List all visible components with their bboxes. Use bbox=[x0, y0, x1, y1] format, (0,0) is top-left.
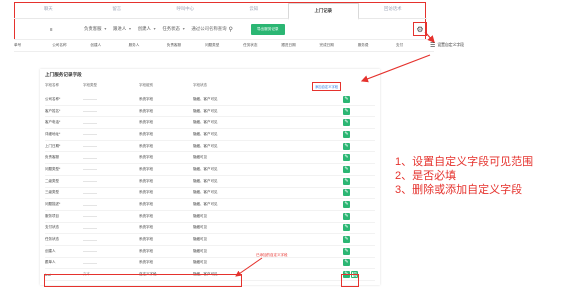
annotation-arrows bbox=[235, 31, 435, 277]
